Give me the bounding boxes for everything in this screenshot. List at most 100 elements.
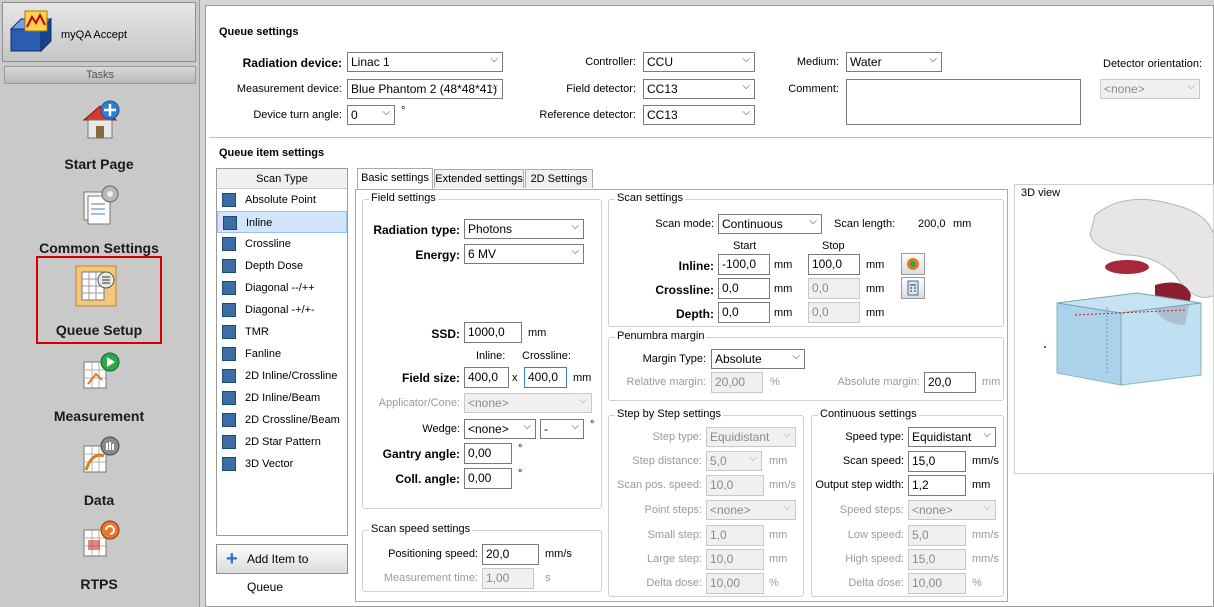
absolute-margin-input[interactable]: 20,0 — [924, 372, 976, 393]
scan-type-item[interactable]: TMR — [217, 321, 347, 343]
small-step-input[interactable]: 1,0 — [706, 525, 764, 546]
degree-unit: ° — [401, 105, 406, 117]
inline-stop-input[interactable]: 100,0 — [808, 254, 860, 275]
comment-textarea[interactable] — [846, 79, 1081, 125]
positioning-speed-input[interactable]: 20,0 — [482, 544, 539, 565]
absolute-margin-label: Absolute margin: — [837, 376, 920, 388]
scan-type-item[interactable]: Depth Dose — [217, 255, 347, 277]
degree-unit: ° — [518, 443, 523, 455]
depth-stop-input[interactable]: 0,0 — [808, 302, 860, 323]
reference-detector-select[interactable]: CC13 ⌵ — [643, 105, 755, 125]
margin-type-label: Margin Type: — [642, 353, 706, 365]
scan-speed-input[interactable]: 15,0 — [908, 451, 966, 472]
scan-type-item[interactable]: Diagonal -+/+- — [217, 299, 347, 321]
output-step-width-input[interactable]: 1,2 — [908, 475, 966, 496]
apply-positions-button[interactable] — [901, 253, 925, 275]
main-panel: Queue settings Radiation device: Linac 1… — [205, 5, 1214, 607]
penumbra-margin-title: Penumbra margin — [615, 330, 707, 342]
tab-basic-settings[interactable]: Basic settings — [357, 168, 433, 189]
inline-start-input[interactable]: -100,0 — [718, 254, 770, 275]
3d-view[interactable]: 3D view — [1014, 184, 1214, 474]
calculator-button[interactable] — [901, 277, 925, 299]
nav-rtps[interactable]: RTPS — [8, 512, 190, 596]
field-size-label: Field size: — [401, 371, 460, 385]
app-header: myQA Accept — [2, 2, 196, 62]
step-type-select[interactable]: Equidistant ⌵ — [706, 427, 796, 447]
wedge-select[interactable]: <none> ⌵ — [464, 419, 536, 439]
chevron-down-icon: ⌵ — [809, 216, 817, 227]
times-symbol: x — [512, 372, 518, 384]
scan-type-header: Scan Type — [217, 169, 347, 189]
ssd-input[interactable]: 1000,0 — [464, 322, 522, 343]
radiation-device-select[interactable]: Linac 1 ⌵ — [347, 52, 503, 72]
nav-label: RTPS — [80, 576, 118, 592]
scan-type-item[interactable]: Diagonal --/++ — [217, 277, 347, 299]
medium-label: Medium: — [796, 56, 839, 68]
scan-type-label: Crossline — [245, 238, 291, 250]
scan-type-item[interactable]: Inline — [217, 211, 347, 233]
scan-pos-speed-input[interactable]: 10,0 — [706, 475, 764, 496]
continuous-delta-dose-input[interactable]: 10,00 — [908, 573, 966, 594]
percent-unit: % — [972, 577, 982, 589]
depth-start-input[interactable]: 0,0 — [718, 302, 770, 323]
step-delta-dose-label: Delta dose: — [646, 577, 702, 589]
scan-type-item[interactable]: 2D Inline/Crossline — [217, 365, 347, 387]
scan-length-label: Scan length: — [834, 218, 896, 230]
detector-orientation-select[interactable]: <none> ⌵ — [1100, 79, 1200, 99]
scan-mode-select[interactable]: Continuous ⌵ — [718, 214, 822, 234]
field-size-crossline-input[interactable]: 400,0 — [524, 367, 567, 388]
gantry-angle-input[interactable]: 0,00 — [464, 443, 512, 464]
applicator-select[interactable]: <none> ⌵ — [464, 393, 592, 413]
mm-unit: mm — [774, 283, 793, 295]
relative-margin-input[interactable]: 20,00 — [711, 372, 763, 393]
device-turn-angle-select[interactable]: 0 ⌵ — [347, 105, 395, 125]
coll-angle-input[interactable]: 0,00 — [464, 468, 512, 489]
energy-select[interactable]: 6 MV ⌵ — [464, 244, 584, 264]
nav-common-settings[interactable]: Common Settings — [8, 176, 190, 260]
nav-start-page[interactable]: Start Page — [8, 92, 190, 176]
scan-type-label: Absolute Point — [245, 194, 316, 206]
point-steps-select[interactable]: <none> ⌵ — [706, 500, 796, 520]
low-speed-input[interactable]: 5,0 — [908, 525, 966, 546]
scan-type-item[interactable]: Crossline — [217, 233, 347, 255]
basic-settings-panel: Field settings Radiation type: Photons ⌵ … — [355, 189, 1008, 602]
crossline-stop-input[interactable]: 0,0 — [808, 278, 860, 299]
scan-type-item[interactable]: Absolute Point — [217, 189, 347, 211]
field-detector-select[interactable]: CC13 ⌵ — [643, 79, 755, 99]
tab-2d-settings[interactable]: 2D Settings — [525, 169, 593, 188]
wedge-angle-select[interactable]: - ⌵ — [540, 419, 584, 439]
chevron-down-icon: ⌵ — [571, 221, 579, 232]
high-speed-input[interactable]: 15,0 — [908, 549, 966, 570]
large-step-input[interactable]: 10,0 — [706, 549, 764, 570]
measurement-device-select[interactable]: Blue Phantom 2 (48*48*41) ⌵ — [347, 79, 503, 99]
scan-type-label: 2D Star Pattern — [245, 436, 321, 448]
chevron-down-icon: ⌵ — [749, 453, 757, 464]
crossline-label: Crossline: — [655, 283, 714, 297]
controller-select[interactable]: CCU ⌵ — [643, 52, 755, 72]
scan-type-item[interactable]: 2D Crossline/Beam — [217, 409, 347, 431]
medium-select[interactable]: Water ⌵ — [846, 52, 942, 72]
speed-type-select[interactable]: Equidistant ⌵ — [908, 427, 996, 447]
scan-type-item[interactable]: 2D Inline/Beam — [217, 387, 347, 409]
add-item-to-queue-button[interactable]: + Add Item to Queue — [216, 544, 348, 594]
field-detector-label: Field detector: — [566, 83, 636, 95]
scan-type-item[interactable]: 2D Star Pattern — [217, 431, 347, 453]
speed-steps-select[interactable]: <none> ⌵ — [908, 500, 996, 520]
nav-data[interactable]: Data — [8, 428, 190, 512]
field-size-inline-input[interactable]: 400,0 — [464, 367, 509, 388]
radiation-type-select[interactable]: Photons ⌵ — [464, 219, 584, 239]
stop-label: Stop — [822, 240, 845, 252]
tab-extended-settings[interactable]: Extended settings — [434, 169, 524, 188]
scan-type-item[interactable]: Fanline — [217, 343, 347, 365]
scan-type-item[interactable]: 3D Vector — [217, 453, 347, 475]
measurement-play-icon — [83, 352, 120, 389]
nav-queue-setup[interactable]: Queue Setup — [36, 256, 162, 344]
nav-measurement[interactable]: Measurement — [8, 344, 190, 428]
crossline-start-input[interactable]: 0,0 — [718, 278, 770, 299]
margin-type-select[interactable]: Absolute ⌵ — [711, 349, 805, 369]
scan-type-label: Diagonal --/++ — [245, 282, 315, 294]
step-distance-select[interactable]: 5,0 ⌵ — [706, 451, 762, 471]
measurement-time-input[interactable]: 1,00 — [482, 568, 534, 589]
coll-angle-label: Coll. angle: — [395, 472, 460, 486]
step-delta-dose-input[interactable]: 10,00 — [706, 573, 764, 594]
